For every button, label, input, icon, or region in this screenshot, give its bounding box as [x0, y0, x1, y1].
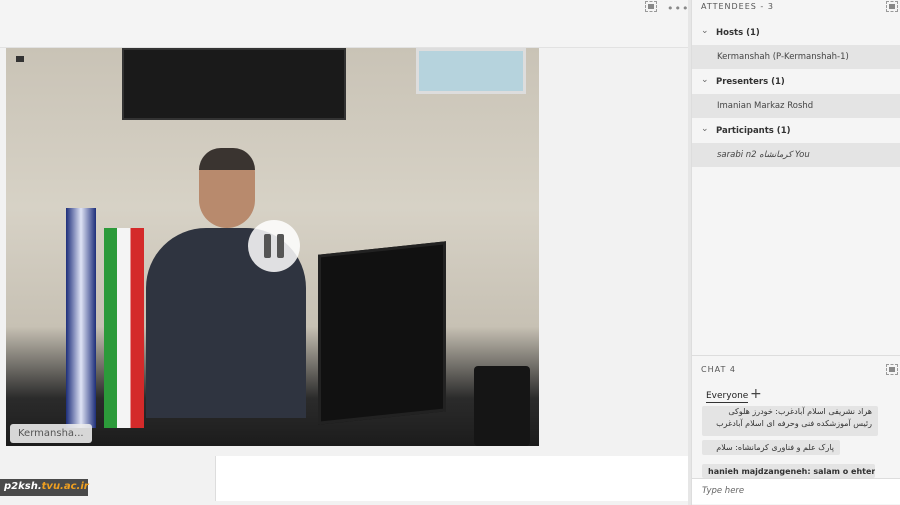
secondary-pod: [215, 456, 688, 501]
chevron-down-icon: ⌄: [701, 124, 709, 134]
speaker-image: [474, 366, 530, 446]
group-participants[interactable]: ⌄ Participants (1): [692, 119, 900, 143]
video-name-tag: Kermansha...: [10, 424, 92, 443]
tv-image: [122, 48, 346, 120]
stage-area: ••• Kermansha... p2ksh.tvu.ac.ir: [0, 0, 688, 505]
poster-image: [416, 48, 526, 94]
chevron-down-icon: ⌄: [701, 26, 709, 36]
tab-everyone[interactable]: Everyone: [706, 391, 749, 403]
side-panel: ATTENDEES - 3 ⌄ Hosts (1) Kermanshah (P-K…: [691, 0, 900, 505]
camera-icon: [16, 56, 24, 62]
fullscreen-icon[interactable]: [886, 1, 898, 12]
chevron-down-icon: ⌄: [701, 75, 709, 85]
flag-image: [66, 208, 96, 428]
attendees-title: ATTENDEES - 3: [701, 2, 774, 11]
group-presenters[interactable]: ⌄ Presenters (1): [692, 70, 900, 94]
chat-message: پارک علم و فناوری کرمانشاه: سلام: [702, 440, 840, 455]
more-options-icon[interactable]: •••: [667, 2, 689, 15]
group-hosts[interactable]: ⌄ Hosts (1): [692, 21, 900, 45]
add-tab-icon[interactable]: +: [750, 386, 762, 402]
chat-message: hanieh majdzangeneh: salam o ehteram: [702, 464, 875, 478]
chat-pod: CHAT 4 Everyone + هراد نشریفی اسلام آباد…: [692, 355, 900, 505]
attendee-row[interactable]: Kermanshah (P-Kermanshah-1): [692, 45, 900, 69]
chat-input[interactable]: Type here: [692, 478, 900, 504]
iran-flag-image: [104, 228, 144, 428]
fullscreen-icon[interactable]: [645, 1, 657, 12]
chat-message: هراد نشریفی اسلام آبادغرب: خودرز هلوکی ر…: [702, 406, 878, 436]
watermark-logo: p2ksh.tvu.ac.ir: [0, 479, 89, 496]
attendee-row[interactable]: Imanian Markaz Roshd: [692, 94, 900, 118]
chat-title: CHAT 4: [701, 365, 736, 374]
video-feed[interactable]: Kermansha...: [6, 48, 539, 446]
monitor-image: [318, 241, 446, 425]
presenter-hair-image: [199, 148, 255, 170]
video-pod-toolbar: •••: [0, 0, 688, 48]
fullscreen-icon[interactable]: [886, 364, 898, 375]
attendee-row[interactable]: sarabi n2 کرمانشاه You: [692, 143, 900, 167]
pause-icon[interactable]: [248, 220, 300, 272]
